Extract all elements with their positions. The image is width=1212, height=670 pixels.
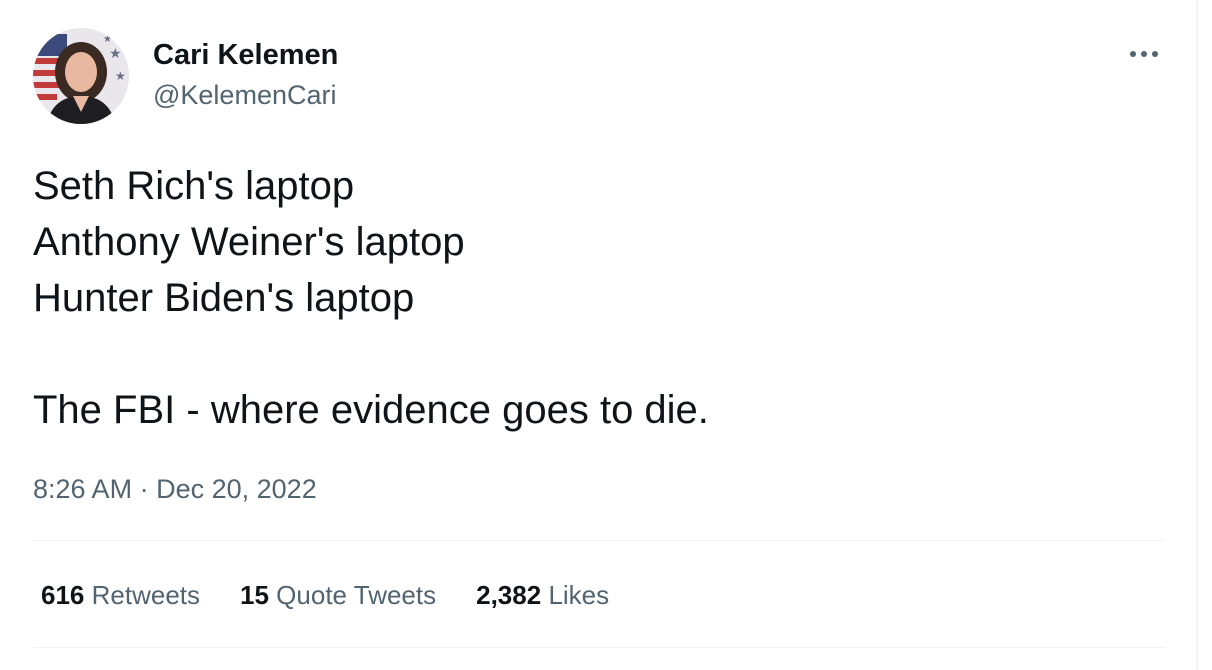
quote-tweets-stat[interactable]: 15 Quote Tweets	[240, 578, 436, 612]
tweet-text-line: Anthony Weiner's laptop	[33, 220, 465, 264]
display-name[interactable]: Cari Kelemen	[153, 38, 338, 72]
avatar-photo: ★ ★ ★	[33, 28, 129, 124]
svg-text:★: ★	[103, 34, 112, 45]
svg-text:★: ★	[115, 69, 126, 83]
retweets-label: Retweets	[91, 580, 201, 610]
likes-stat[interactable]: 2,382 Likes	[476, 578, 609, 612]
divider	[33, 540, 1165, 541]
tweet-date[interactable]: Dec 20, 2022	[156, 474, 317, 504]
svg-text:★: ★	[109, 46, 122, 62]
divider	[33, 647, 1165, 648]
meta-separator: ·	[139, 474, 149, 504]
avatar[interactable]: ★ ★ ★	[33, 28, 129, 124]
tweet-text-line: Seth Rich's laptop	[33, 164, 355, 208]
tweet-timestamp[interactable]: 8:26 AM · Dec 20, 2022	[33, 472, 317, 506]
retweets-stat[interactable]: 616 Retweets	[41, 578, 200, 612]
engagement-stats: 616 Retweets 15 Quote Tweets 2,382 Likes	[41, 578, 649, 612]
quote-tweets-count: 15	[240, 580, 269, 610]
more-options-button[interactable]	[1122, 36, 1166, 72]
likes-count: 2,382	[476, 580, 542, 610]
likes-label: Likes	[548, 580, 610, 610]
tweet-card: ★ ★ ★ Cari Kelemen @KelemenCari Seth Ric…	[0, 0, 1198, 670]
tweet-text-line: The FBI - where evidence goes to die.	[33, 388, 709, 432]
tweet-text: Seth Rich's laptop Anthony Weiner's lapt…	[33, 158, 1163, 438]
tweet-time[interactable]: 8:26 AM	[33, 474, 132, 504]
quote-tweets-label: Quote Tweets	[276, 580, 437, 610]
more-horizontal-icon	[1130, 51, 1158, 57]
retweets-count: 616	[41, 580, 85, 610]
tweet-text-line: Hunter Biden's laptop	[33, 276, 415, 320]
user-handle[interactable]: @KelemenCari	[153, 79, 336, 111]
